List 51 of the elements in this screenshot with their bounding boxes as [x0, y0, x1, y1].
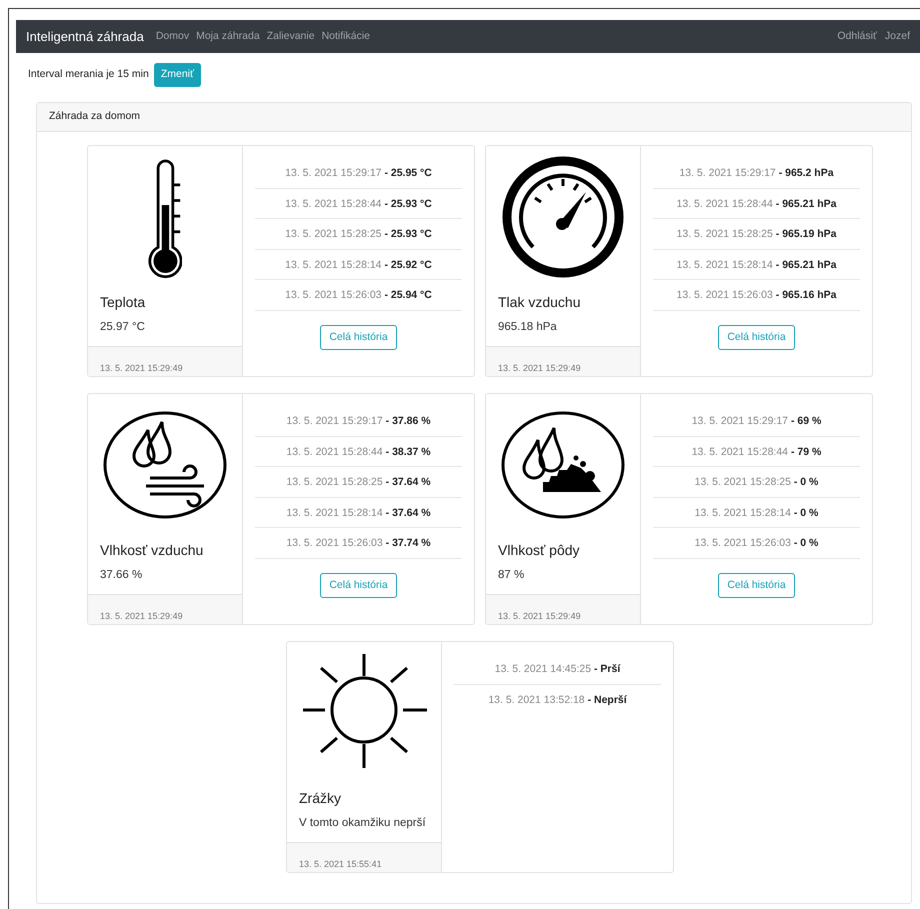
nav-link[interactable]: Zalievanie [266, 28, 315, 44]
history-entry: 13. 5. 2021 14:45:25 - Prší [454, 654, 661, 684]
nav-link[interactable]: Domov [156, 28, 190, 44]
history-entry: 13. 5. 2021 15:29:17 - 69 % [653, 406, 860, 436]
full-history-button[interactable]: Celá história [320, 324, 397, 350]
history-entry: 13. 5. 2021 15:26:03 - 0 % [653, 528, 860, 558]
history-entry: 13. 5. 2021 15:28:25 - 0 % [653, 467, 860, 498]
sensor-name: Vlhkosť vzduchu [100, 541, 204, 560]
sensor-value: 87 % [498, 568, 526, 583]
sensor-name: Teplota [100, 293, 146, 312]
nav-link[interactable]: Odhlásiť [837, 28, 877, 44]
history-entry: 13. 5. 2021 15:26:03 - 965.16 hPa [653, 280, 860, 310]
history-entry: 13. 5. 2021 15:28:14 - 0 % [653, 498, 860, 528]
history-entry: 13. 5. 2021 15:28:44 - 38.37 % [255, 436, 462, 467]
change-button[interactable]: Zmeniť [154, 63, 201, 87]
history-entry: 13. 5. 2021 15:28:14 - 25.92 °C [255, 250, 462, 280]
sensor-value: 37.66 % [100, 568, 144, 583]
sensor-name: Vlhkosť pôdy [498, 541, 581, 560]
history-entry: 13. 5. 2021 15:28:25 - 965.19 hPa [653, 219, 860, 250]
brand[interactable]: Inteligentná záhrada [26, 26, 144, 46]
updated-time: 13. 5. 2021 15:55:41 [299, 859, 382, 869]
full-history-button[interactable]: Celá história [718, 324, 795, 350]
history-entry: 13. 5. 2021 15:29:17 - 965.2 hPa [653, 158, 860, 188]
history-entry: 13. 5. 2021 15:29:17 - 37.86 % [255, 406, 462, 436]
history-entry: 13. 5. 2021 15:28:25 - 25.93 °C [255, 219, 462, 250]
history-entry: 13. 5. 2021 15:28:44 - 25.93 °C [255, 188, 462, 219]
history-entry: 13. 5. 2021 15:28:44 - 965.21 hPa [653, 188, 860, 219]
nav-link[interactable]: Moja záhrada [196, 28, 260, 44]
sensor-name: Zrážky [299, 789, 342, 808]
full-history-button[interactable]: Celá história [718, 572, 795, 598]
history-entry: 13. 5. 2021 15:28:25 - 37.64 % [255, 467, 462, 498]
sensor-value: 965.18 hPa [498, 320, 558, 335]
full-history-button[interactable]: Celá história [320, 572, 397, 598]
interval-text: Interval merania je 15 min [28, 67, 149, 82]
sensor-value: 25.97 °C [100, 320, 146, 335]
history-entry: 13. 5. 2021 15:29:17 - 25.95 °C [255, 158, 462, 188]
history-entry: 13. 5. 2021 15:26:03 - 37.74 % [255, 528, 462, 558]
nav-link[interactable]: Notifikácie [322, 28, 370, 44]
updated-time: 13. 5. 2021 15:29:49 [100, 611, 183, 621]
history-entry: 13. 5. 2021 15:26:03 - 25.94 °C [255, 280, 462, 310]
history-entry: 13. 5. 2021 15:28:14 - 37.64 % [255, 498, 462, 528]
history-entry: 13. 5. 2021 15:28:14 - 965.21 hPa [653, 250, 860, 280]
updated-time: 13. 5. 2021 15:29:49 [498, 611, 581, 621]
updated-time: 13. 5. 2021 15:29:49 [498, 363, 581, 373]
sensor-name: Tlak vzduchu [498, 293, 582, 312]
history-entry: 13. 5. 2021 15:28:44 - 79 % [653, 436, 860, 467]
panel-title: Záhrada za domom [49, 109, 140, 124]
history-entry: 13. 5. 2021 13:52:18 - Neprší [487, 692, 628, 708]
nav-link[interactable]: Jozef [884, 28, 910, 44]
updated-time: 13. 5. 2021 15:29:49 [100, 363, 183, 373]
sensor-value: V tomto okamžiku neprší [299, 816, 427, 831]
